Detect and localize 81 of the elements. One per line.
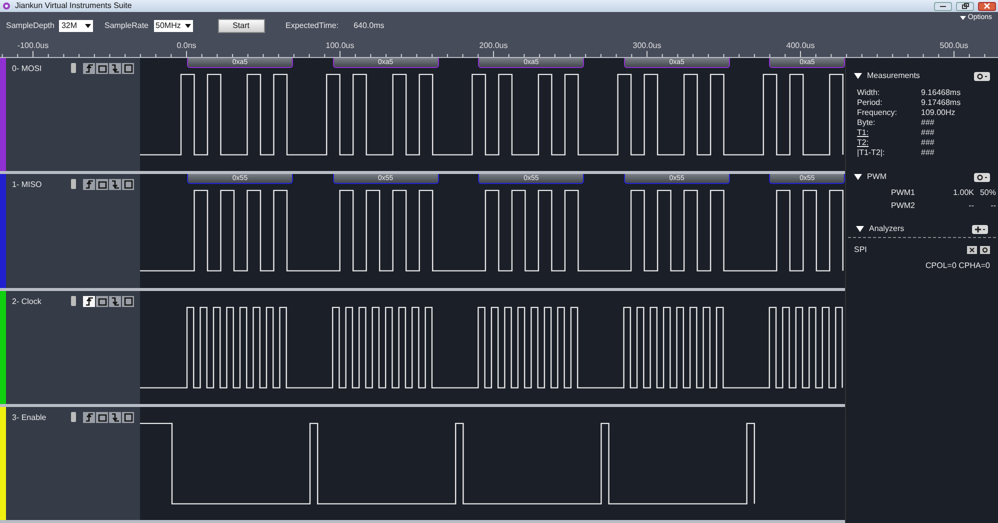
ruler-label: 500.0us [940,40,968,52]
analyzer-settings: CPOL=0 CPHA=0 [926,260,990,272]
measurement-label: Frequency: [857,107,898,119]
falling-edge-icon [110,296,120,306]
expected-time-label: ExpectedTime: [286,20,339,32]
measurement-label: Byte: [857,117,876,129]
sample-depth-label: SampleDepth [6,20,54,32]
section-title: PWM [867,171,887,183]
measurement-value: 9.17468ms [921,97,961,109]
ruler-label: 100.0us [326,40,354,52]
rising-edge-icon [84,296,94,306]
ruler-label: 300.0us [632,40,662,52]
channel-menu-button[interactable] [70,412,76,422]
sample-rate-label: SampleRate [104,20,149,32]
close-button[interactable] [978,2,996,10]
measurement-value: ### [921,137,934,149]
pwm-name: PWM1 [891,187,916,199]
window-title: Jiankun Virtual Instruments Suite [15,0,132,12]
close-icon [984,3,990,9]
start-button[interactable]: Start [218,19,265,33]
falling-edge-icon [110,412,120,423]
expected-time-value: 640.0ms [354,20,384,32]
ruler-label: 200.0us [479,40,508,52]
rising-edge-icon [84,63,94,74]
restore-button[interactable] [956,2,974,10]
settings-button[interactable] [974,72,990,80]
measurement-label: Period: [857,97,884,109]
ruler-label: -100.0us [17,40,49,52]
measurement-label: T2: [857,137,870,149]
trigger-button[interactable] [109,63,121,74]
caret-icon [184,24,191,28]
measurement-label: Width: [857,87,881,99]
measurement-value: 9.16468ms [921,87,961,99]
collapse-triangle-icon[interactable] [854,73,862,79]
rising-edge-icon [84,179,94,190]
pwm-duty: -- [990,200,996,212]
pwm-frequency: 1.00K [952,187,974,199]
collapse-triangle-icon[interactable] [856,226,864,232]
add-button[interactable] [972,224,988,234]
trigger-button[interactable] [83,296,95,306]
pwm-duty: 50% [978,187,996,199]
measurement-label: T1: [857,127,870,139]
channel-menu-button[interactable] [70,179,76,190]
sample-depth-dropdown[interactable]: 32M [59,20,94,32]
trigger-button[interactable] [83,179,95,190]
minimize-button[interactable] [934,2,952,10]
collapse-triangle-icon[interactable] [854,174,862,180]
settings-button[interactable] [980,246,990,254]
sample-rate-dropdown[interactable]: 50MHz [154,20,193,32]
pwm-name: PWM2 [891,200,916,212]
channel-name[interactable]: 3- Enable [12,412,67,424]
trigger-button[interactable] [109,179,121,190]
ruler-label: 0.0ns [176,40,196,52]
caret-icon [960,16,966,20]
trigger-button[interactable] [109,296,121,306]
analyzer-name[interactable]: SPI [854,244,867,256]
trigger-button[interactable] [109,412,121,423]
measurement-label: |T1-T2|: [857,147,886,159]
section-title: Measurements [867,70,920,82]
remove-button[interactable] [967,246,977,254]
trigger-button[interactable] [83,412,95,423]
channel-menu-button[interactable] [70,63,76,73]
pwm-frequency: -- [968,200,974,212]
trigger-button[interactable] [83,63,95,74]
measurement-value: 109.00Hz [921,107,956,119]
falling-edge-icon [110,179,120,190]
app-logo-icon [2,2,11,10]
restore-icon [962,3,968,9]
channel-name[interactable]: 1- MISO [12,179,67,192]
falling-edge-icon [110,63,120,74]
channel-menu-button[interactable] [70,296,76,306]
settings-button[interactable] [974,172,990,182]
measurement-value: ### [921,127,934,139]
section-title: Analyzers [869,223,904,235]
channel-name[interactable]: 2- Clock [12,296,67,308]
channel-name[interactable]: 0- MOSI [12,63,67,75]
rising-edge-icon [84,412,94,423]
caret-icon [85,24,92,28]
measurement-value: ### [921,147,934,159]
measurement-value: ### [921,117,934,129]
ruler-label: 400.0us [786,40,815,52]
